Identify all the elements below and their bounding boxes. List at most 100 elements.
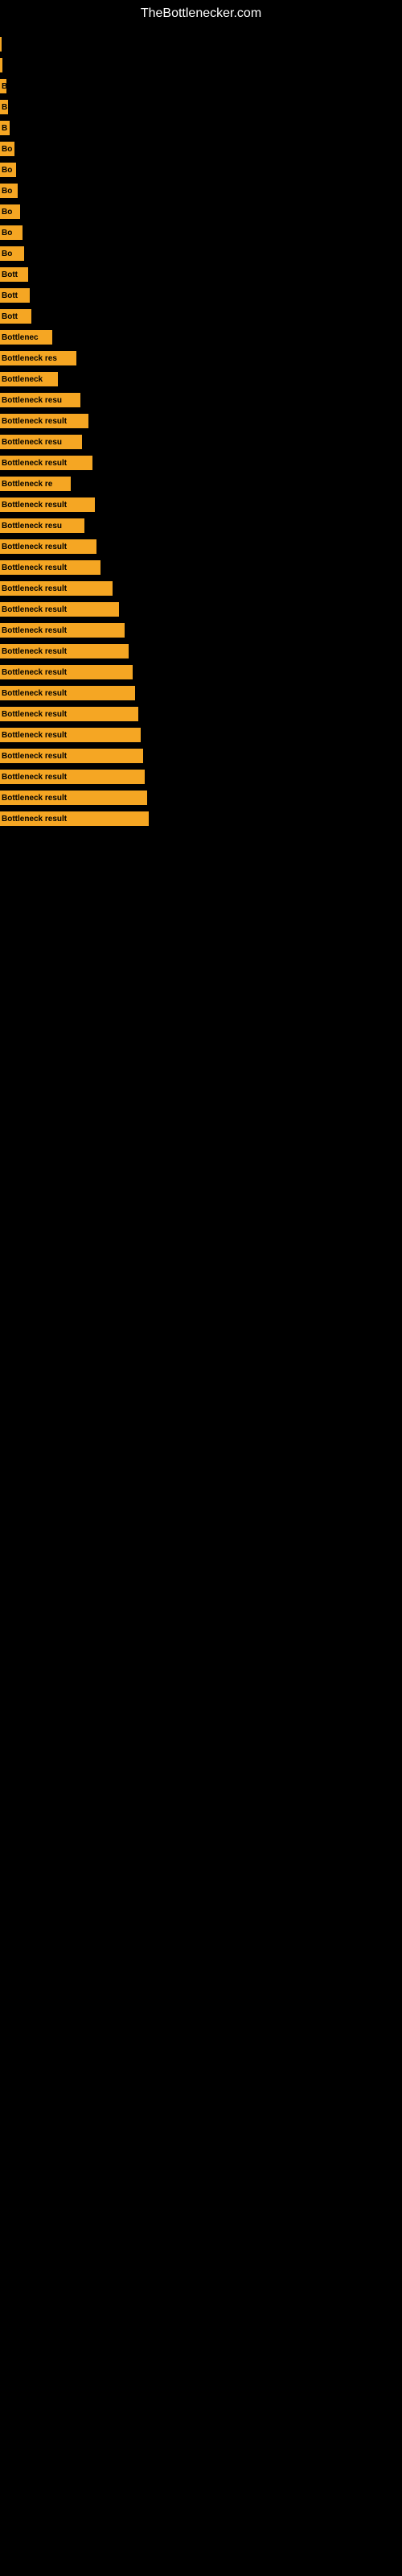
- bar-row: B: [0, 98, 402, 116]
- bar: Bo: [0, 246, 24, 261]
- bar-label: Bottleneck result: [2, 584, 67, 593]
- bar-label: Bottleneck result: [2, 710, 67, 719]
- bar-row: Bottleneck result: [0, 726, 402, 744]
- bar-row: Bottleneck re: [0, 475, 402, 493]
- bar: Bottleneck result: [0, 644, 129, 658]
- bar-label: Bottleneck resu: [2, 522, 62, 530]
- bar-row: B: [0, 77, 402, 95]
- bar-label: Bottleneck re: [2, 480, 52, 489]
- bar-label: Bottleneck resu: [2, 396, 62, 405]
- bar: Bo: [0, 225, 23, 240]
- bar-label: Bottleneck result: [2, 752, 67, 761]
- bar-row: Bottleneck result: [0, 810, 402, 828]
- bar-label: Bottleneck result: [2, 731, 67, 740]
- bar-row: Bott: [0, 287, 402, 304]
- bar: Bottleneck result: [0, 602, 119, 617]
- bar-row: Bottleneck result: [0, 621, 402, 639]
- bar: Bottleneck resu: [0, 518, 84, 533]
- bar-row: Bottleneck result: [0, 538, 402, 555]
- bar-row: [0, 56, 402, 74]
- bar: Bo: [0, 204, 20, 219]
- bar-label: Bottleneck resu: [2, 438, 62, 447]
- bar-label: Bottleneck result: [2, 501, 67, 510]
- bar-label: B: [2, 103, 7, 112]
- bar: Bottleneck result: [0, 623, 125, 638]
- bar-label: Bottleneck result: [2, 459, 67, 468]
- bar: B: [0, 100, 8, 114]
- bar-row: Bottleneck resu: [0, 391, 402, 409]
- bar: Bottleneck resu: [0, 435, 82, 449]
- bar: Bottleneck result: [0, 581, 113, 596]
- bar: Bottleneck result: [0, 497, 95, 512]
- bar-row: Bottleneck result: [0, 684, 402, 702]
- bar: Bottleneck result: [0, 414, 88, 428]
- bar: Bottleneck result: [0, 560, 100, 575]
- bar: B: [0, 79, 6, 93]
- bar-row: Bottleneck resu: [0, 433, 402, 451]
- bar-row: Bottleneck result: [0, 580, 402, 597]
- bar-row: Bo: [0, 203, 402, 221]
- bar: Bottleneck result: [0, 686, 135, 700]
- bar-label: Bott: [2, 291, 18, 300]
- bar: Bo: [0, 184, 18, 198]
- bar-row: Bo: [0, 245, 402, 262]
- bar: Bott: [0, 267, 28, 282]
- bar-label: Bo: [2, 145, 12, 154]
- bar-row: Bott: [0, 308, 402, 325]
- bar: Bottleneck result: [0, 665, 133, 679]
- bar-row: Bottleneck result: [0, 454, 402, 472]
- bar: Bottleneck result: [0, 749, 143, 763]
- bar: Bott: [0, 288, 30, 303]
- bar-label: Bottleneck result: [2, 626, 67, 635]
- bar-row: Bo: [0, 161, 402, 179]
- bar: Bottlenec: [0, 330, 52, 345]
- bar-label: Bottleneck res: [2, 354, 57, 363]
- bar: B: [0, 121, 10, 135]
- bar: Bo: [0, 163, 16, 177]
- bar-label: Bottleneck result: [2, 773, 67, 782]
- bar: Bottleneck result: [0, 728, 141, 742]
- bar-row: Bottleneck result: [0, 601, 402, 618]
- bar: Bottleneck res: [0, 351, 76, 365]
- bar: [0, 58, 2, 72]
- bar-row: Bottleneck result: [0, 559, 402, 576]
- bar-label: Bottleneck result: [2, 605, 67, 614]
- bar: Bottleneck result: [0, 456, 92, 470]
- bar-label: Bott: [2, 270, 18, 279]
- bar: Bottleneck re: [0, 477, 71, 491]
- bar-row: [0, 35, 402, 53]
- bar-label: Bottleneck result: [2, 689, 67, 698]
- bar-row: Bo: [0, 182, 402, 200]
- site-title: TheBottlenecker.com: [0, 0, 402, 27]
- bar: Bott: [0, 309, 31, 324]
- bar-row: B: [0, 119, 402, 137]
- bar: Bottleneck result: [0, 707, 138, 721]
- bar-label: Bo: [2, 187, 12, 196]
- bar: Bottleneck: [0, 372, 58, 386]
- bar-label: B: [2, 82, 6, 91]
- bar: Bottleneck result: [0, 770, 145, 784]
- bar-label: Bottlenec: [2, 333, 39, 342]
- bar: Bo: [0, 142, 14, 156]
- bar-row: Bottleneck result: [0, 642, 402, 660]
- bar-label: Bottleneck result: [2, 417, 67, 426]
- bar: Bottleneck result: [0, 811, 149, 826]
- bar-row: Bottleneck result: [0, 768, 402, 786]
- bar-row: Bo: [0, 140, 402, 158]
- bar-label: Bo: [2, 229, 12, 237]
- bar-label: Bottleneck result: [2, 543, 67, 551]
- bar-label: Bottleneck result: [2, 668, 67, 677]
- bar-label: B: [2, 124, 7, 133]
- bar-row: Bottleneck: [0, 370, 402, 388]
- bar-row: Bottleneck result: [0, 747, 402, 765]
- bar: Bottleneck result: [0, 539, 96, 554]
- bar-row: Bottleneck res: [0, 349, 402, 367]
- bar-row: Bottlenec: [0, 328, 402, 346]
- bar: [0, 37, 2, 52]
- bar-label: Bottleneck result: [2, 794, 67, 803]
- bar-label: Bottleneck result: [2, 564, 67, 572]
- bar-label: Bottleneck result: [2, 815, 67, 824]
- bar: Bottleneck resu: [0, 393, 80, 407]
- bar-row: Bottleneck result: [0, 789, 402, 807]
- bars-container: B B B Bo Bo Bo Bo Bo Bo Bott Bott Bott Bottlenec Bott…: [0, 27, 402, 839]
